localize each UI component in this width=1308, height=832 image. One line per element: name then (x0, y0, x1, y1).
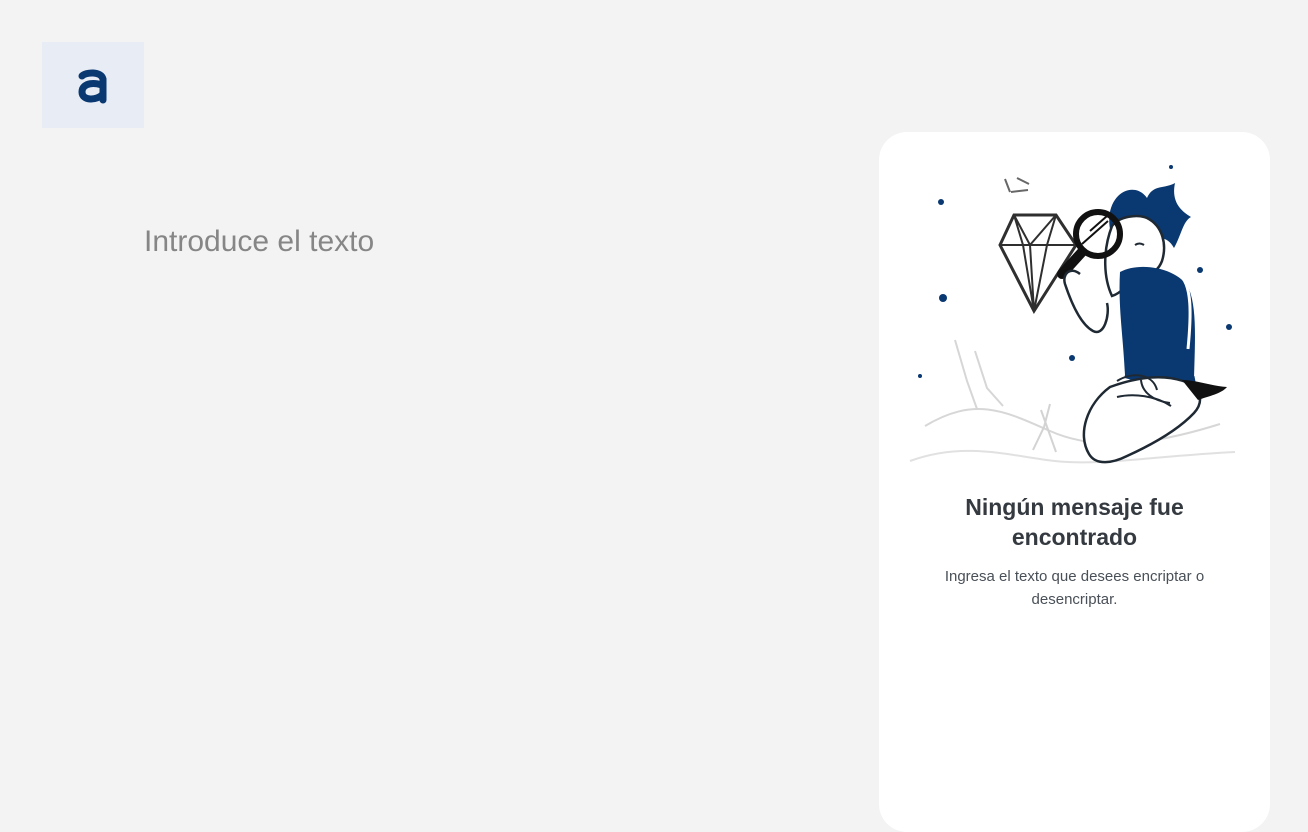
text-input[interactable] (144, 220, 834, 780)
person-with-magnifying-glass-and-diamond-illustration (909, 165, 1236, 464)
logo (42, 42, 144, 128)
result-panel: Ningún mensaje fue encontrado Ingresa el… (879, 132, 1270, 832)
result-title: Ningún mensaje fue encontrado (965, 494, 1184, 550)
result-text: Ingresa el texto que desees encriptar o … (944, 568, 1205, 608)
alura-logo-icon (78, 69, 107, 104)
